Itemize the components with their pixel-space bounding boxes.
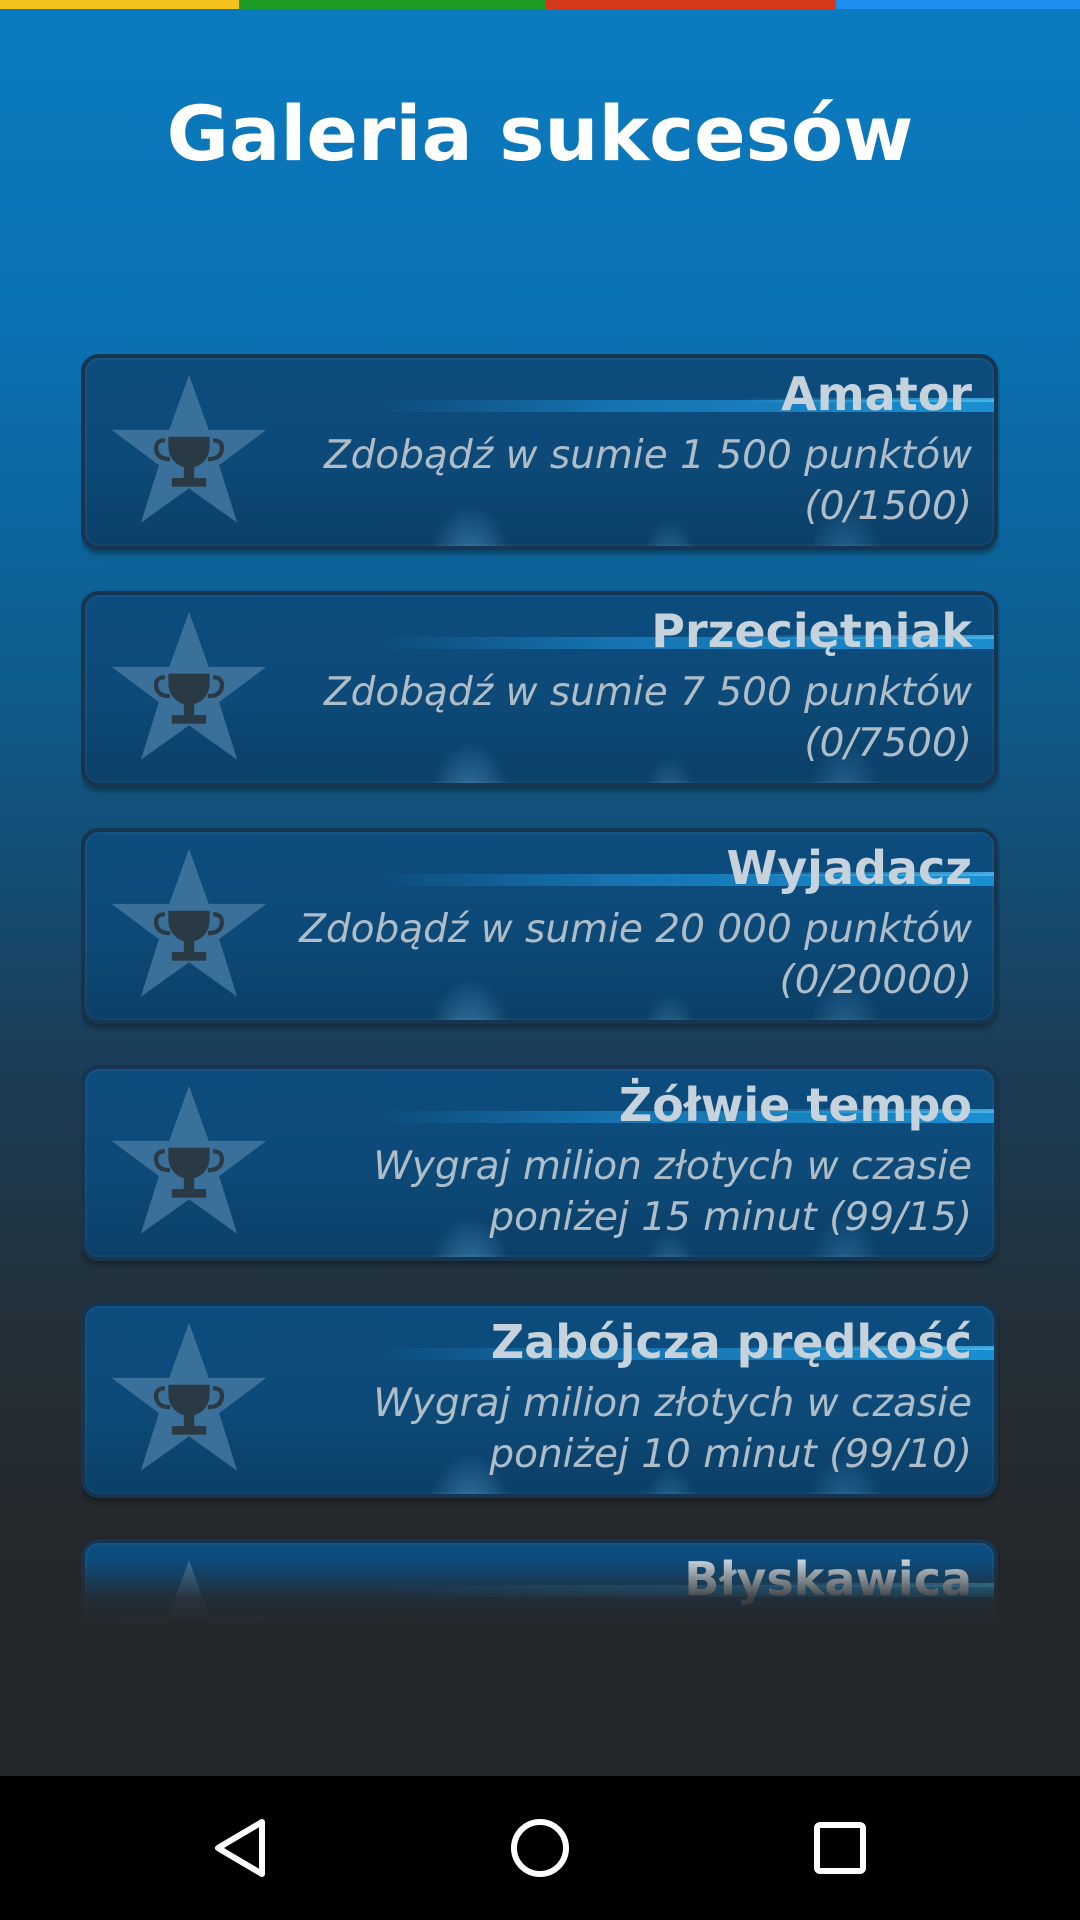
achievement-card[interactable]: Wyjadacz Zdobądź w sumie 20 000 punktów … [81, 828, 998, 1024]
trophy-star-icon [111, 611, 267, 760]
achievement-description: Zdobądź w sumie 20 000 punktów (0/20000) [299, 907, 972, 1003]
home-button[interactable] [490, 1798, 590, 1898]
achievement-card[interactable]: Zabójcza prędkość Wygraj milion złotych … [81, 1302, 998, 1498]
achievement-name: Żółwie tempo [618, 1078, 972, 1132]
trophy-star-icon [111, 848, 267, 997]
achievement-card[interactable]: Przeciętniak Zdobądź w sumie 7 500 punkt… [81, 591, 998, 787]
back-triangle-icon [215, 1819, 265, 1877]
trophy-star-icon [111, 1085, 267, 1234]
achievement-card[interactable]: Żółwie tempo Wygraj milion złotych w cza… [81, 1065, 998, 1261]
recents-button[interactable] [790, 1798, 890, 1898]
achievement-name: Błyskawica [684, 1552, 972, 1606]
page-title: Galeria sukcesów [166, 89, 914, 178]
achievement-card[interactable]: Amator Zdobądź w sumie 1 500 punktów (0/… [81, 354, 998, 550]
achievement-description: Zdobądź w sumie 7 500 punktów (0/7500) [323, 670, 972, 766]
trophy-star-icon [111, 374, 267, 523]
achievement-description: Wygraj milion złotych w czasie poniżej 1… [373, 1144, 972, 1240]
achievement-description: Zdobądź w sumie 1 500 punktów (0/1500) [323, 433, 972, 529]
app-screen: Galeria sukcesów Amator Zdobądź w sumie … [0, 0, 1080, 1776]
back-button[interactable] [190, 1798, 290, 1898]
color-stripe-blue [836, 0, 1080, 9]
navigation-bar [0, 1776, 1080, 1920]
color-stripe-green [239, 0, 546, 9]
achievement-description: Wygraj milion złotych w czasie [373, 1618, 972, 1654]
trophy-star-icon [111, 1559, 267, 1654]
trophy-star-icon [111, 1322, 267, 1471]
achievement-card[interactable]: Błyskawica Wygraj milion złotych w czasi… [81, 1539, 998, 1654]
achievement-name: Amator [781, 367, 972, 421]
achievement-name: Wyjadacz [726, 841, 972, 895]
achievements-list[interactable]: Amator Zdobądź w sumie 1 500 punktów (0/… [81, 354, 1000, 1654]
achievement-description: Wygraj milion złotych w czasie poniżej 1… [373, 1381, 972, 1477]
recents-square-icon [814, 1822, 866, 1874]
home-circle-icon [511, 1819, 569, 1877]
color-stripe-red [546, 0, 836, 9]
color-stripe-yellow [0, 0, 239, 9]
achievement-name: Przeciętniak [651, 604, 972, 658]
achievement-name: Zabójcza prędkość [490, 1315, 972, 1369]
color-stripe [0, 0, 1080, 9]
